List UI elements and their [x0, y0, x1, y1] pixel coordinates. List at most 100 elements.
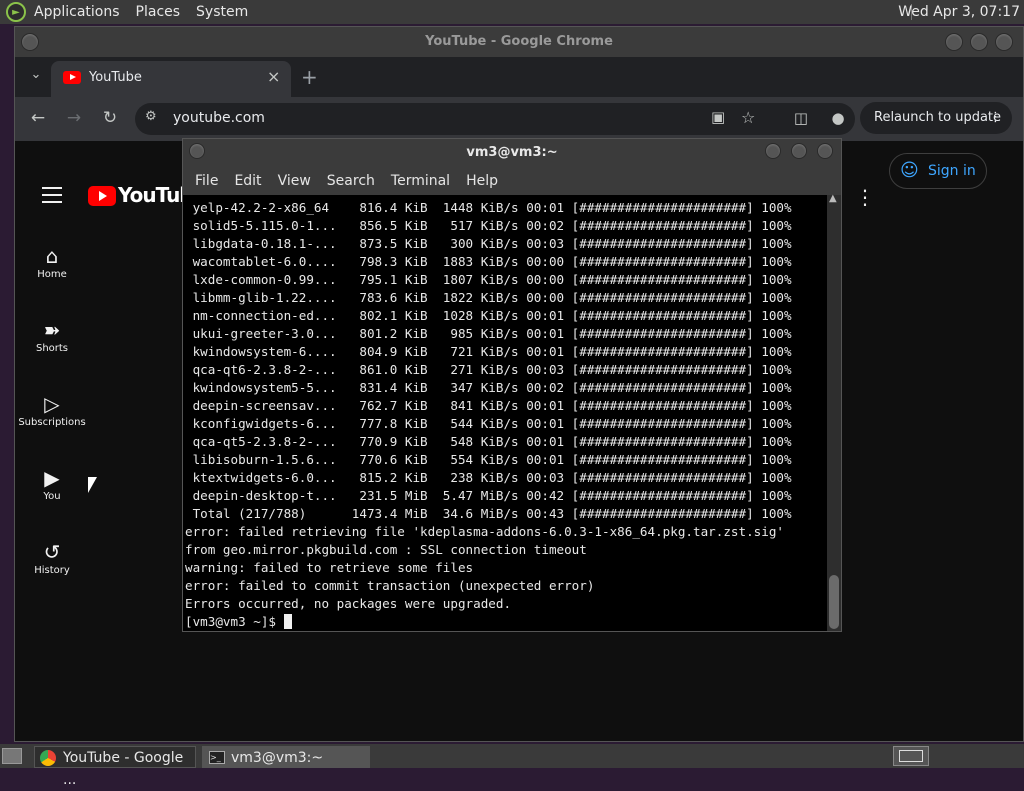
distro-logo-icon[interactable]: ► — [6, 2, 26, 22]
terminal-line: error: failed retrieving file 'kdeplasma… — [185, 524, 784, 539]
tab-close-icon[interactable]: × — [267, 67, 280, 86]
taskbar-item-chrome[interactable]: YouTube - Google ... — [34, 746, 196, 788]
nav-home[interactable]: ⌂ Home — [16, 243, 88, 280]
terminal-line: libgdata-0.18.1-... 873.5 KiB 300 KiB/s … — [185, 236, 792, 251]
taskbar-item-terminal[interactable]: >_ vm3@vm3:~ — [202, 746, 370, 768]
terminal-line: Errors occurred, no packages were upgrad… — [185, 596, 512, 611]
terminal-line: deepin-desktop-t... 231.5 MiB 5.47 MiB/s… — [185, 488, 792, 503]
youtube-logo-icon[interactable] — [88, 186, 116, 206]
side-panel-icon[interactable]: ◫ — [790, 108, 812, 130]
menu-places[interactable]: Places — [128, 0, 189, 24]
terminal-menu-button[interactable] — [189, 143, 205, 159]
nav-you-label: You — [43, 491, 61, 502]
window-menu-button[interactable] — [21, 33, 39, 51]
top-panel: ► Applications Places System Wed Apr 3, … — [0, 0, 1024, 24]
relaunch-label: Relaunch to update — [874, 110, 1002, 125]
terminal-output[interactable]: yelp-42.2-2-x86_64 816.4 KiB 1448 KiB/s … — [183, 195, 827, 631]
terminal-line: warning: failed to retrieve some files — [185, 560, 474, 575]
back-icon[interactable]: ← — [27, 108, 49, 130]
terminal-line: yelp-42.2-2-x86_64 816.4 KiB 1448 KiB/s … — [185, 200, 792, 215]
site-info-icon[interactable]: ⚙ — [145, 109, 157, 124]
hamburger-menu-icon[interactable] — [42, 187, 62, 203]
menu-help[interactable]: Help — [458, 173, 506, 189]
tab-title: YouTube — [89, 70, 142, 85]
terminal-line: ukui-greeter-3.0... 801.2 KiB 985 KiB/s … — [185, 326, 792, 341]
menu-search[interactable]: Search — [319, 173, 383, 189]
omnibox[interactable]: ⚙ youtube.com ▣ ☆ — [135, 103, 855, 135]
nav-history[interactable]: ↺ History — [16, 539, 88, 576]
relaunch-button[interactable]: Relaunch to update ⋮ — [860, 102, 1012, 134]
shorts-icon: ➽ — [43, 318, 61, 342]
account-circle-icon: ☺ — [900, 160, 919, 181]
mouse-pointer-icon — [88, 477, 97, 493]
forward-icon[interactable]: → — [63, 108, 85, 130]
nav-history-label: History — [34, 565, 70, 576]
nav-home-label: Home — [37, 269, 67, 280]
taskbar-item-label: YouTube - Google ... — [63, 750, 184, 788]
workspace-switcher[interactable] — [893, 746, 929, 766]
terminal-scrollbar[interactable]: ▲ — [827, 193, 841, 631]
menu-view[interactable]: View — [270, 173, 319, 189]
you-icon: ▶ — [44, 466, 60, 490]
terminal-line: qca-qt5-2.3.8-2-... 770.9 KiB 548 KiB/s … — [185, 434, 792, 449]
terminal-line: kconfigwidgets-6... 777.8 KiB 544 KiB/s … — [185, 416, 792, 431]
minimize-button[interactable] — [945, 33, 963, 51]
terminal-line: nm-connection-ed... 802.1 KiB 1028 KiB/s… — [185, 308, 792, 323]
chrome-icon — [40, 750, 56, 766]
terminal-icon: >_ — [209, 751, 225, 764]
window-title: YouTube - Google Chrome — [425, 34, 613, 49]
menu-file[interactable]: File — [187, 173, 226, 189]
terminal-line: Total (217/788) 1473.4 MiB 34.6 MiB/s 00… — [185, 506, 792, 521]
terminal-line: libmm-glib-1.22.... 783.6 KiB 1822 KiB/s… — [185, 290, 792, 305]
terminal-titlebar[interactable]: vm3@vm3:~ — [183, 139, 841, 167]
nav-subscriptions[interactable]: ▷ Subscriptions — [16, 391, 88, 428]
terminal-line: kwindowsystem-6.... 804.9 KiB 721 KiB/s … — [185, 344, 792, 359]
menu-terminal[interactable]: Terminal — [383, 173, 458, 189]
tab-youtube[interactable]: YouTube × — [51, 61, 291, 97]
nav-shorts-label: Shorts — [35, 343, 69, 354]
close-button[interactable] — [995, 33, 1013, 51]
chrome-titlebar[interactable]: YouTube - Google Chrome — [15, 27, 1023, 57]
show-desktop-icon[interactable] — [2, 748, 22, 764]
sign-in-button[interactable]: ☺ Sign in — [889, 153, 987, 189]
terminal-cursor — [283, 614, 292, 629]
menu-edit[interactable]: Edit — [226, 173, 269, 189]
nav-shorts[interactable]: ➽ Shorts — [16, 317, 88, 354]
maximize-button[interactable] — [970, 33, 988, 51]
cast-icon[interactable]: ▣ — [711, 108, 725, 126]
clock[interactable]: Wed Apr 3, 07:17 — [898, 0, 1020, 24]
terminal-close-button[interactable] — [817, 143, 833, 159]
scroll-up-arrow-icon[interactable]: ▲ — [829, 193, 837, 204]
terminal-menubar: File Edit View Search Terminal Help — [183, 167, 841, 195]
url-text[interactable]: youtube.com — [173, 110, 265, 126]
terminal-window: vm3@vm3:~ File Edit View Search Terminal… — [182, 138, 842, 632]
nav-you[interactable]: ▶ You — [16, 465, 88, 502]
taskbar-item-label: vm3@vm3:~ — [231, 750, 324, 766]
youtube-favicon-icon — [63, 71, 81, 84]
profile-icon[interactable]: ● — [827, 108, 849, 130]
kebab-menu-icon[interactable]: ⋮ — [989, 102, 1002, 134]
terminal-prompt: [vm3@vm3 ~]$ — [185, 614, 284, 629]
terminal-line: wacomtablet-6.0.... 798.3 KiB 1883 KiB/s… — [185, 254, 792, 269]
settings-kebab-icon[interactable]: ⋮ — [855, 185, 875, 209]
terminal-line: from geo.mirror.pkgbuild.com : SSL conne… — [185, 542, 587, 557]
terminal-scrollbar-thumb[interactable] — [829, 575, 839, 629]
terminal-line: lxde-common-0.99... 795.1 KiB 1807 KiB/s… — [185, 272, 792, 287]
new-tab-icon[interactable]: + — [301, 65, 318, 89]
terminal-line: qca-qt6-2.3.8-2-... 861.0 KiB 271 KiB/s … — [185, 362, 792, 377]
menu-system[interactable]: System — [188, 0, 256, 24]
subscriptions-icon: ▷ — [44, 392, 60, 416]
home-icon: ⌂ — [45, 244, 59, 268]
menu-applications[interactable]: Applications — [26, 0, 128, 24]
terminal-lines: yelp-42.2-2-x86_64 816.4 KiB 1448 KiB/s … — [185, 199, 827, 613]
terminal-minimize-button[interactable] — [765, 143, 781, 159]
terminal-line: deepin-screensav... 762.7 KiB 841 KiB/s … — [185, 398, 792, 413]
tab-search-chevron-icon[interactable]: ⌄ — [25, 65, 47, 87]
bookmark-star-icon[interactable]: ☆ — [741, 108, 755, 127]
history-icon: ↺ — [43, 540, 61, 564]
reload-icon[interactable]: ↻ — [99, 108, 121, 130]
terminal-maximize-button[interactable] — [791, 143, 807, 159]
terminal-line: error: failed to commit transaction (une… — [185, 578, 595, 593]
terminal-line: solid5-5.115.0-1... 856.5 KiB 517 KiB/s … — [185, 218, 792, 233]
terminal-line: kwindowsystem5-5... 831.4 KiB 347 KiB/s … — [185, 380, 792, 395]
